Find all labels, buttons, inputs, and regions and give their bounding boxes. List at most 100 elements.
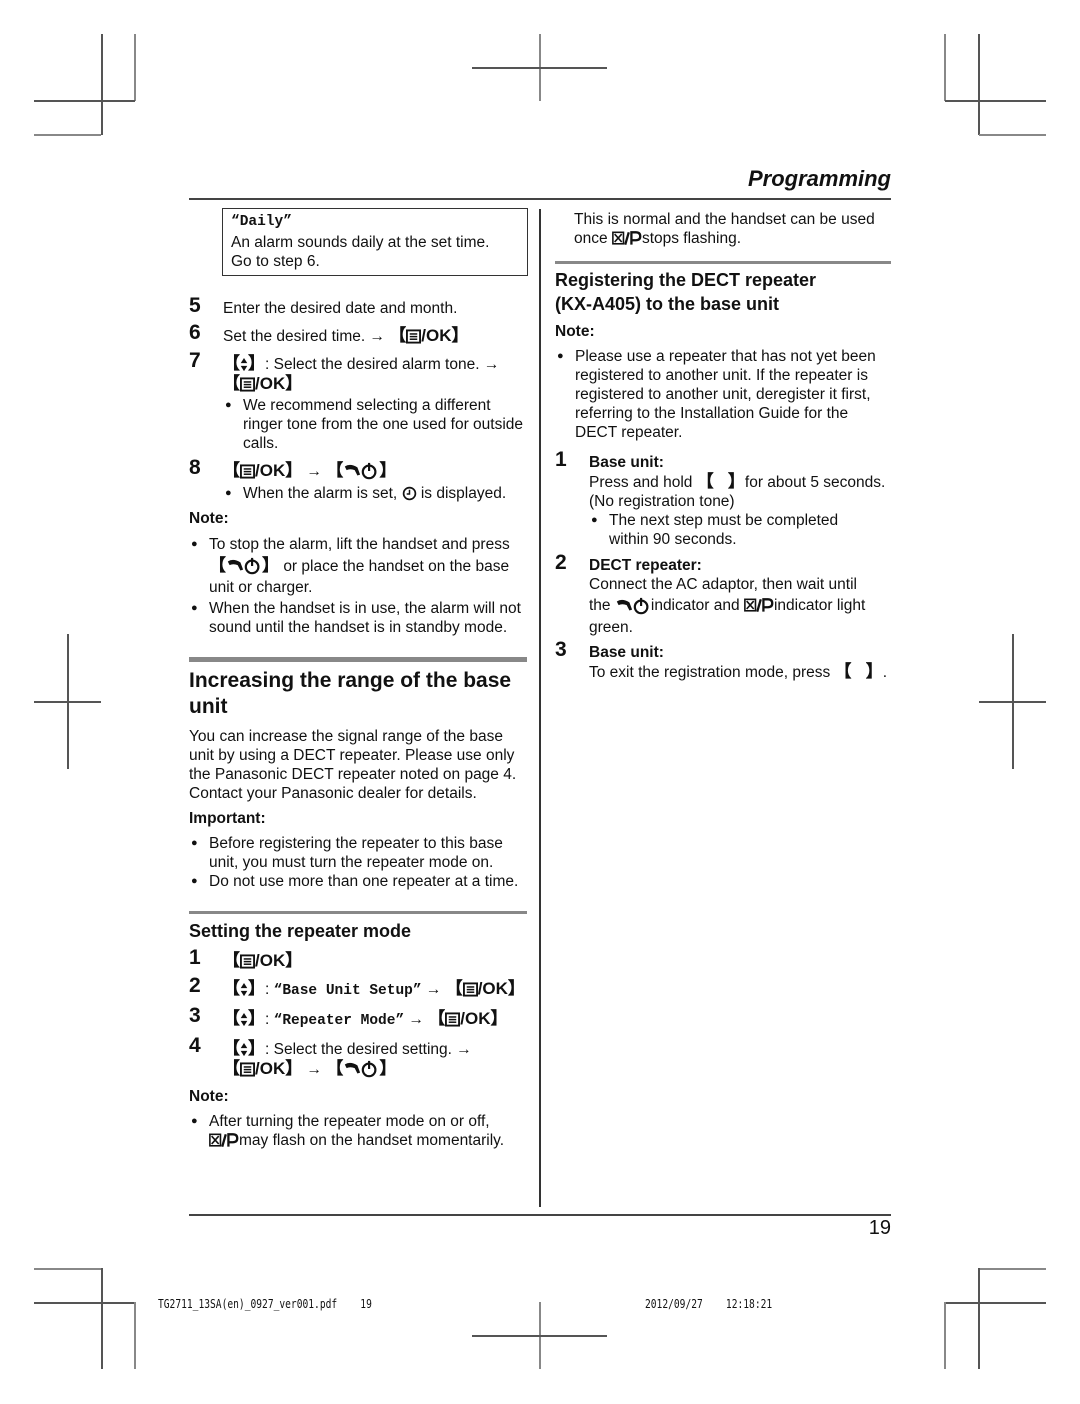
off-power-icon xyxy=(343,1060,379,1078)
step-text: green. xyxy=(589,619,633,636)
repeater-status-icon xyxy=(744,597,774,614)
daily-option-label: “Daily” xyxy=(231,214,292,230)
header-rule xyxy=(189,198,891,200)
repeater-step-2: 2 【】: “Base Unit Setup” → 【/OK】 xyxy=(189,973,525,999)
section-rule xyxy=(189,656,527,662)
alarm-clock-icon xyxy=(402,486,417,501)
arrow-icon: → xyxy=(306,1060,323,1078)
step-number: 2 xyxy=(555,551,567,574)
menu-icon xyxy=(406,329,421,344)
section-title: Increasing the range of the base unit xyxy=(189,668,512,718)
menu-ok-key: 【/OK】 xyxy=(223,373,303,393)
step-8-bullet: When the alarm is set, is displayed. xyxy=(223,484,527,503)
left-column: “Daily” An alarm sounds daily at the set… xyxy=(189,208,528,1150)
menu-ok-key: 【/OK】 xyxy=(445,978,525,998)
off-power-key: 【】 xyxy=(209,555,279,575)
step-number: 2 xyxy=(189,973,201,997)
step-5: 5 Enter the desired date and month. xyxy=(189,295,527,318)
off-power-key: 【】 xyxy=(326,1058,397,1078)
right-column: This is normal and the handset can be us… xyxy=(555,210,895,682)
step-number: 7 xyxy=(189,348,201,372)
step-number: 1 xyxy=(189,945,201,969)
step-label: Base unit: xyxy=(589,454,664,471)
off-power-icon xyxy=(343,462,379,480)
note-title: Note: xyxy=(555,323,595,340)
daily-desc-line1: An alarm sounds daily at the set time. xyxy=(231,233,490,251)
section-header-title: Programming xyxy=(747,166,891,191)
section-rule xyxy=(555,261,891,264)
column-divider xyxy=(539,209,541,1207)
off-power-icon xyxy=(615,597,651,615)
step-text: Connect the AC adaptor, then wait until xyxy=(589,576,857,593)
step-number: 1 xyxy=(555,448,567,471)
arrow-icon: → xyxy=(425,980,442,998)
menu-icon xyxy=(445,1012,460,1027)
note-bullet: Please use a repeater that has not yet b… xyxy=(555,347,893,442)
repeater-step-3: 3 【】: “Repeater Mode” → 【/OK】 xyxy=(189,1003,508,1029)
step-text: : Select the desired setting. xyxy=(265,1040,452,1058)
continued-text: This is normal and the handset can be us… xyxy=(574,211,875,247)
menu-icon xyxy=(240,954,255,969)
menu-item-text: “Repeater Mode” xyxy=(273,1012,405,1029)
menu-ok-key: 【/OK】 xyxy=(223,950,303,970)
step-text: : Select the desired alarm tone. xyxy=(265,355,480,373)
subsection-title: Registering the DECT repeater (KX-A405) … xyxy=(555,270,817,314)
important-title: Important: xyxy=(189,809,266,827)
repeater-step-1: 1 【/OK】 xyxy=(189,945,527,971)
navigator-key: 【】 xyxy=(223,1008,265,1028)
up-down-icon xyxy=(240,357,248,372)
step-number: 3 xyxy=(189,1003,201,1027)
note-bullet: After turning the repeater mode on or of… xyxy=(189,1112,527,1150)
arrow-icon: → xyxy=(369,327,385,345)
arrow-icon: → xyxy=(456,1040,472,1058)
important-bullet: Before registering the repeater to this … xyxy=(189,834,527,872)
step-6: 6 Set the desired time. → 【/OK】 xyxy=(189,320,527,346)
up-down-icon xyxy=(240,982,248,997)
menu-icon xyxy=(240,1062,255,1077)
step-8: 8 【/OK】 → 【】 When the alarm is set, is d… xyxy=(189,455,527,503)
page-number: 19 xyxy=(868,1217,891,1239)
step-bullet: The next step must be completed within 9… xyxy=(589,511,869,549)
important-bullet: Do not use more than one repeater at a t… xyxy=(189,872,527,891)
up-down-icon xyxy=(240,1012,248,1027)
step-number: 3 xyxy=(555,638,567,661)
step-number: 8 xyxy=(189,455,201,479)
menu-ok-key: 【/OK】 xyxy=(223,460,303,480)
step-7: 7 【】: Select the desired alarm tone. → 【… xyxy=(189,348,527,453)
menu-item-text: “Base Unit Setup” xyxy=(273,982,422,999)
repeater-status-icon xyxy=(612,230,642,247)
register-step-2: 2 DECT repeater: Connect the AC adaptor,… xyxy=(555,551,895,637)
arrow-icon: → xyxy=(306,462,323,480)
up-down-icon xyxy=(240,1042,248,1057)
navigator-key: 【】 xyxy=(223,353,265,373)
footer-rule xyxy=(189,1214,891,1216)
step-text: Enter the desired date and month. xyxy=(223,299,458,317)
navigator-key: 【】 xyxy=(223,1038,265,1058)
note-title: Note: xyxy=(189,509,229,527)
step-text: To exit the registration mode, press 【 】… xyxy=(589,662,888,681)
menu-ok-key: 【/OK】 xyxy=(389,325,469,345)
note-bullet: To stop the alarm, lift the handset and … xyxy=(189,534,527,598)
menu-icon xyxy=(240,464,255,479)
step-number: 6 xyxy=(189,320,201,344)
section-rule xyxy=(189,910,527,914)
step-7-bullet: We recommend selecting a different ringe… xyxy=(223,396,527,453)
repeater-status-icon xyxy=(209,1132,239,1149)
subsection-title: Setting the repeater mode xyxy=(189,920,412,941)
section-body: You can increase the signal range of the… xyxy=(189,727,517,802)
menu-ok-key: 【/OK】 xyxy=(223,1058,303,1078)
register-step-1: 1 Base unit: Press and hold 【 】for about… xyxy=(555,448,895,549)
daily-desc-line2: Go to step 6. xyxy=(231,253,320,270)
menu-icon xyxy=(240,377,255,392)
repeater-step-4: 4 【】: Select the desired setting. → 【/OK… xyxy=(189,1035,527,1079)
off-power-key: 【】 xyxy=(326,460,397,480)
base-unit-key: 【 】 xyxy=(696,472,745,491)
step-text: Set the desired time. xyxy=(223,327,366,345)
base-unit-key: 【 】 xyxy=(834,662,883,681)
step-label: DECT repeater: xyxy=(589,557,702,574)
note-title: Note: xyxy=(189,1087,229,1105)
step-text: (No registration tone) xyxy=(589,493,735,510)
note-bullet: When the handset is in use, the alarm wi… xyxy=(189,599,527,637)
footer-timestamp: 2012/09/27 12:18:21 xyxy=(645,1297,773,1311)
menu-icon xyxy=(463,982,478,997)
